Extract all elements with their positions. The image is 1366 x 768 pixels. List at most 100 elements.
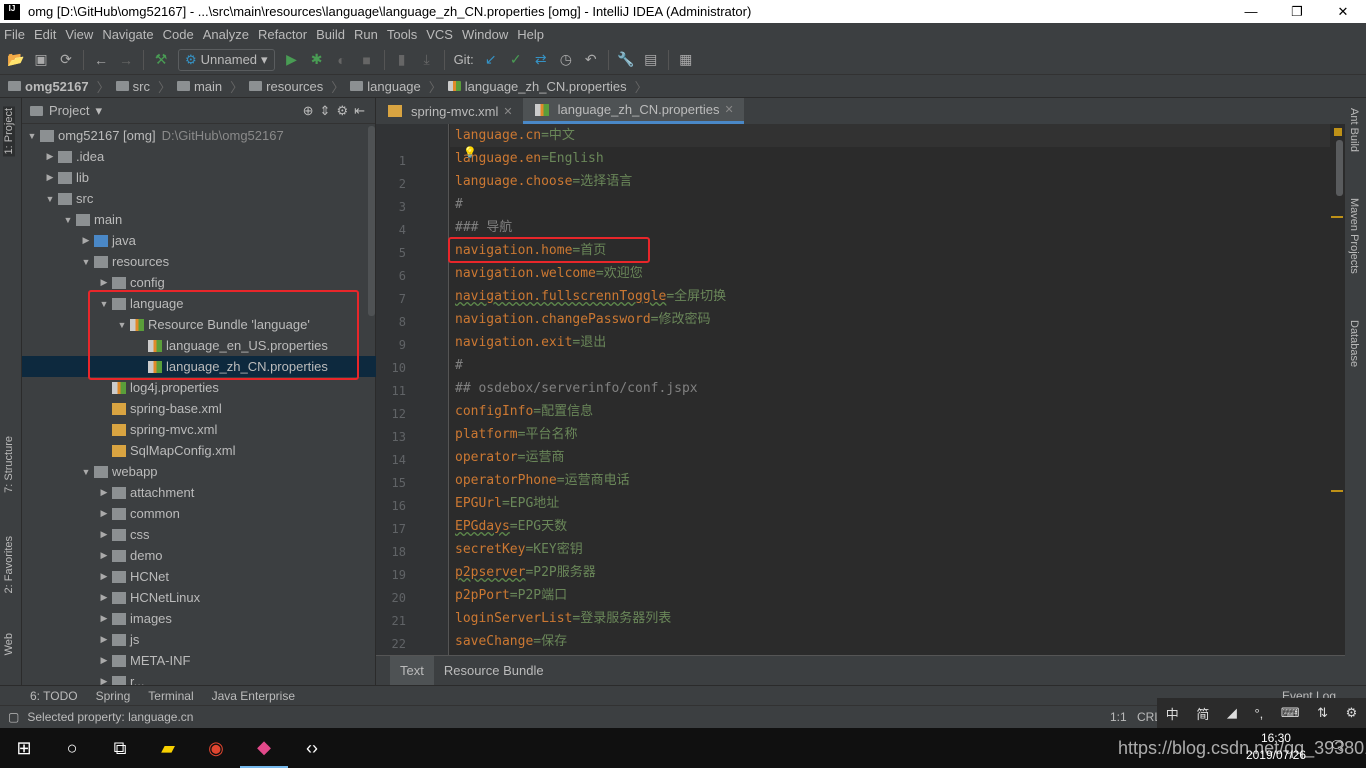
collapsed-arrow-icon[interactable]: ▶ xyxy=(98,634,110,645)
tab-database[interactable]: Database xyxy=(1348,320,1360,367)
code-line[interactable]: operator=运营商 xyxy=(455,446,564,469)
code-line[interactable]: p2pPort=P2P端口 xyxy=(455,584,567,607)
ime-button[interactable]: 简 xyxy=(1196,704,1209,723)
tree-item[interactable]: ▶ common xyxy=(22,503,376,524)
locate-icon[interactable]: ⊕ xyxy=(303,103,314,119)
tree-item[interactable]: ▶ java xyxy=(22,230,376,251)
breadcrumb-item[interactable]: resources 〉 xyxy=(249,77,344,96)
tree-item[interactable]: ▼ omg52167 [omg] D:\GitHub\omg52167 xyxy=(22,125,376,146)
tree-item[interactable]: ▶ images xyxy=(22,608,376,629)
terminal-tab[interactable]: Terminal xyxy=(148,689,193,703)
code-line[interactable]: language.cn=中文 xyxy=(455,124,575,147)
tab-web[interactable]: Web xyxy=(3,633,15,655)
sticky-notes-icon[interactable]: ▰ xyxy=(144,728,192,768)
ime-button[interactable]: ⌨ xyxy=(1281,705,1300,721)
expanded-arrow-icon[interactable]: ▼ xyxy=(80,467,92,477)
tree-item[interactable]: log4j.properties xyxy=(22,377,376,398)
ime-button[interactable]: 中 xyxy=(1166,704,1179,723)
ime-button[interactable]: °, xyxy=(1254,706,1263,721)
close-button[interactable]: ✕ xyxy=(1320,0,1366,23)
ime-button[interactable]: ⇅ xyxy=(1317,705,1328,721)
code-line[interactable]: configInfo=配置信息 xyxy=(455,400,593,423)
menu-tools[interactable]: Tools xyxy=(387,27,417,42)
expanded-arrow-icon[interactable]: ▼ xyxy=(44,194,56,204)
scrollbar[interactable] xyxy=(368,126,375,316)
menu-edit[interactable]: Edit xyxy=(34,27,56,42)
code-line[interactable]: ## osdebox/serverinfo/conf.jspx xyxy=(455,377,698,400)
sync-icon[interactable]: ⟳ xyxy=(58,51,74,68)
tree-item[interactable]: ▶ HCNetLinux xyxy=(22,587,376,608)
git-update-icon[interactable]: ↙ xyxy=(483,51,499,68)
code-line[interactable]: navigation.fullscrennToggle=全屏切换 xyxy=(455,285,726,308)
collapsed-arrow-icon[interactable]: ▶ xyxy=(98,571,110,582)
menu-analyze[interactable]: Analyze xyxy=(203,27,249,42)
minimize-button[interactable]: — xyxy=(1228,0,1274,23)
tab-maven-projects[interactable]: Maven Projects xyxy=(1348,198,1360,274)
search-icon[interactable]: ○ xyxy=(48,728,96,768)
tree-item[interactable]: ▶ HCNet xyxy=(22,566,376,587)
forward-icon[interactable]: → xyxy=(118,52,134,68)
coverage-icon[interactable]: ◐ xyxy=(334,52,350,68)
code-line[interactable]: loginServerList=登录服务器列表 xyxy=(455,607,671,630)
code-line[interactable]: navigation.welcome=欢迎您 xyxy=(455,262,643,285)
breadcrumb-item[interactable]: src 〉 xyxy=(115,77,171,96)
chrome-icon[interactable]: ◉ xyxy=(192,728,240,768)
code-line[interactable]: p2pserver=P2P服务器 xyxy=(455,561,596,584)
ime-button[interactable]: ◢ xyxy=(1227,705,1237,721)
tab-project[interactable]: 1: Project xyxy=(3,106,15,157)
tree-item[interactable]: SqlMapConfig.xml xyxy=(22,440,376,461)
code-line[interactable]: EPGdays=EPG天数 xyxy=(455,515,567,538)
collapsed-arrow-icon[interactable]: ▶ xyxy=(44,172,56,183)
editor-tab[interactable]: spring-mvc.xml ✕ xyxy=(376,98,523,124)
code-line[interactable]: navigation.changePassword=修改密码 xyxy=(455,308,711,331)
clock[interactable]: 16:30 2019/07/26 xyxy=(1246,730,1306,764)
open-icon[interactable]: 📂 xyxy=(7,51,24,68)
menu-vcs[interactable]: VCS xyxy=(426,27,453,42)
collapsed-arrow-icon[interactable]: ▶ xyxy=(98,277,110,288)
breadcrumb-item[interactable]: language 〉 xyxy=(350,77,442,96)
wrench-icon[interactable]: 🔧 xyxy=(617,51,634,68)
menu-view[interactable]: View xyxy=(65,27,93,42)
ime-button[interactable]: ⚙ xyxy=(1346,705,1358,721)
collapsed-arrow-icon[interactable]: ▶ xyxy=(98,655,110,666)
menu-help[interactable]: Help xyxy=(517,27,544,42)
code-line[interactable]: navigation.exit=退出 xyxy=(455,331,606,354)
close-tab-icon[interactable]: ✕ xyxy=(725,103,734,116)
code-line[interactable]: ### 导航 xyxy=(455,216,512,239)
tree-item[interactable]: ▶ META-INF xyxy=(22,650,376,671)
tree-item[interactable]: ▼ main xyxy=(22,209,376,230)
task-view-icon[interactable]: ⧉ xyxy=(96,728,144,768)
collapsed-arrow-icon[interactable]: ▶ xyxy=(44,151,56,162)
history-icon[interactable]: ◷ xyxy=(558,51,574,68)
windows-start-icon[interactable]: ⊞ xyxy=(0,728,48,768)
tree-item[interactable]: ▶ lib xyxy=(22,167,376,188)
tree-item[interactable]: ▶ js xyxy=(22,629,376,650)
spring-tab[interactable]: Spring xyxy=(96,689,131,703)
tree-item[interactable]: ▶ .idea xyxy=(22,146,376,167)
tab-structure[interactable]: 7: Structure xyxy=(3,436,15,493)
back-icon[interactable]: ← xyxy=(93,52,109,68)
tree-item[interactable]: spring-base.xml xyxy=(22,398,376,419)
run-icon[interactable]: ▶ xyxy=(284,51,300,68)
code-line[interactable]: language.choose=选择语言 xyxy=(455,170,632,193)
collapsed-arrow-icon[interactable]: ▶ xyxy=(98,613,110,624)
menu-window[interactable]: Window xyxy=(462,27,508,42)
scroll-thumb[interactable] xyxy=(1336,140,1343,196)
git-compare-icon[interactable]: ⇄ xyxy=(533,51,549,68)
maximize-button[interactable]: ❐ xyxy=(1274,0,1320,23)
code-line[interactable]: # xyxy=(455,354,463,377)
code-line[interactable]: language.en=English xyxy=(455,147,604,170)
editor-mode-tab[interactable]: Text xyxy=(390,656,434,685)
collapsed-arrow-icon[interactable]: ▶ xyxy=(98,550,110,561)
collapsed-arrow-icon[interactable]: ▶ xyxy=(98,529,110,540)
build-hammer-icon[interactable]: ⚒ xyxy=(153,51,169,68)
code-line[interactable]: platform=平台名称 xyxy=(455,423,577,446)
breadcrumb-item[interactable]: language_zh_CN.properties 〉 xyxy=(447,77,648,96)
expanded-arrow-icon[interactable]: ▼ xyxy=(62,215,74,225)
editor-mode-tab[interactable]: Resource Bundle xyxy=(434,656,554,685)
menu-refactor[interactable]: Refactor xyxy=(258,27,307,42)
notification-icon[interactable]: 🗨 xyxy=(1329,738,1346,754)
menu-code[interactable]: Code xyxy=(163,27,194,42)
gear-icon[interactable]: ⚙ xyxy=(336,103,348,119)
caret-position[interactable]: 1:1 xyxy=(1110,710,1127,724)
